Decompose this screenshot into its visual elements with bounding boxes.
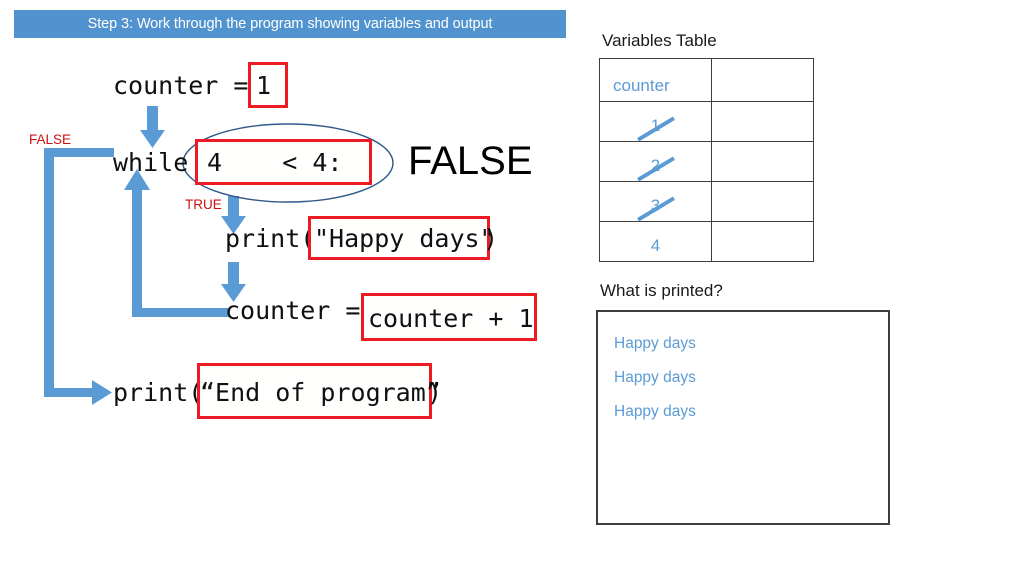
table-cell-other-value (711, 181, 814, 222)
other-value (712, 216, 813, 221)
table-row: 2 (599, 141, 814, 182)
table-cell-other-value (711, 221, 814, 262)
code-line-print-happy-suffix: ) (483, 224, 499, 253)
variables-table-heading: Variables Table (602, 31, 717, 50)
table-cell-counter-value: 1 (599, 101, 712, 142)
table-row-header: counter (599, 58, 814, 102)
slide-canvas: Step 3: Work through the program showing… (0, 0, 1024, 576)
table-row: 4 (599, 221, 814, 262)
table-cell-empty-header (711, 58, 814, 102)
right-arrow-icon-false-exit (44, 148, 114, 405)
highlight-value-while-condition: 4 < 4: (207, 148, 343, 177)
table-cell-counter-value: 3 (599, 181, 712, 222)
down-arrow-icon-assign-to-while (140, 106, 165, 148)
table-cell-other-value (711, 141, 814, 182)
highlight-value-end-of-program-string: “End of program” (200, 378, 441, 407)
output-line: Happy days (614, 403, 696, 420)
table-cell-counter-header: counter (599, 58, 712, 102)
code-line-print-end-suffix: ) (427, 378, 443, 407)
counter-value: 4 (650, 236, 661, 255)
table-cell-counter-value: 4 (599, 221, 712, 262)
other-value (712, 256, 813, 261)
column-header-blank (712, 96, 813, 101)
table-cell-other-value (711, 101, 814, 142)
table-cell-counter-value: 2 (599, 141, 712, 182)
variables-table: counter 1 2 (599, 58, 814, 262)
other-value (712, 176, 813, 181)
highlight-value-happy-days-string: "Happy days" (314, 224, 495, 253)
code-line-increment: counter = (225, 296, 376, 325)
code-line-assignment: counter = (113, 71, 264, 100)
output-line: Happy days (614, 335, 696, 352)
table-row: 3 (599, 181, 814, 222)
other-value (712, 136, 813, 141)
code-line-while-keyword: while (113, 148, 189, 177)
table-row: 1 (599, 101, 814, 142)
branch-label-true: TRUE (185, 197, 222, 212)
column-header-counter: counter (613, 76, 670, 95)
code-line-print-end-prefix: print( (113, 378, 204, 407)
output-panel-heading: What is printed? (600, 281, 723, 300)
branch-label-false: FALSE (29, 132, 72, 147)
highlight-value-increment-expression: counter + 1 (368, 304, 534, 333)
output-line: Happy days (614, 369, 696, 386)
condition-result-false: FALSE (408, 139, 533, 183)
output-box: Happy days Happy days Happy days (596, 310, 890, 525)
up-arrow-icon-loop-back (124, 169, 229, 317)
highlight-value-counter-init: 1 (256, 71, 272, 100)
slide-title-banner: Step 3: Work through the program showing… (14, 10, 566, 38)
code-line-print-happy-prefix: print( (225, 224, 316, 253)
